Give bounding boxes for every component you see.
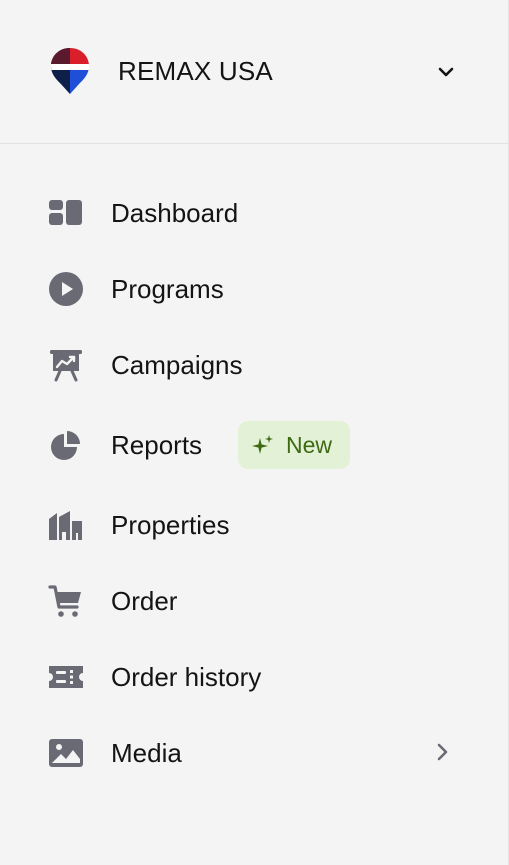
nav-label: Programs bbox=[111, 274, 224, 304]
nav-label: Order history bbox=[111, 662, 262, 692]
nav-label: Media bbox=[111, 738, 182, 768]
new-badge: New bbox=[238, 421, 350, 469]
play-circle-icon bbox=[49, 272, 83, 306]
buildings-icon bbox=[49, 511, 82, 540]
badge-label: New bbox=[286, 432, 333, 458]
presentation-chart-icon bbox=[50, 350, 82, 382]
nav-label: Reports bbox=[111, 430, 203, 460]
nav-item-media[interactable]: Media bbox=[0, 723, 508, 783]
nav-item-dashboard[interactable]: Dashboard bbox=[0, 183, 508, 243]
nav-label: Order bbox=[111, 586, 178, 616]
image-icon bbox=[49, 739, 83, 767]
remax-balloon-logo bbox=[51, 48, 89, 94]
pie-chart-icon bbox=[51, 431, 80, 460]
chevron-right-icon[interactable] bbox=[430, 740, 454, 764]
nav-item-order-history[interactable]: Order history bbox=[0, 647, 508, 707]
nav-item-reports[interactable]: Reports New bbox=[0, 415, 508, 475]
sparkle-icon bbox=[252, 435, 273, 454]
nav-label: Properties bbox=[111, 510, 230, 540]
ticket-list-icon bbox=[49, 666, 83, 688]
nav-item-properties[interactable]: Properties bbox=[0, 495, 508, 555]
cart-icon bbox=[48, 585, 81, 617]
nav-item-campaigns[interactable]: Campaigns bbox=[0, 335, 508, 395]
sidebar: REMAX USA Dashboard Programs Campaigns R… bbox=[0, 0, 509, 865]
dashboard-icon bbox=[49, 200, 82, 225]
nav-label: Campaigns bbox=[111, 350, 243, 380]
chevron-down-icon[interactable] bbox=[434, 60, 458, 84]
org-switcher[interactable]: REMAX USA bbox=[0, 0, 508, 144]
nav-label: Dashboard bbox=[111, 198, 239, 228]
org-name: REMAX USA bbox=[118, 56, 273, 86]
nav-item-order[interactable]: Order bbox=[0, 571, 508, 631]
nav-item-programs[interactable]: Programs bbox=[0, 259, 508, 319]
